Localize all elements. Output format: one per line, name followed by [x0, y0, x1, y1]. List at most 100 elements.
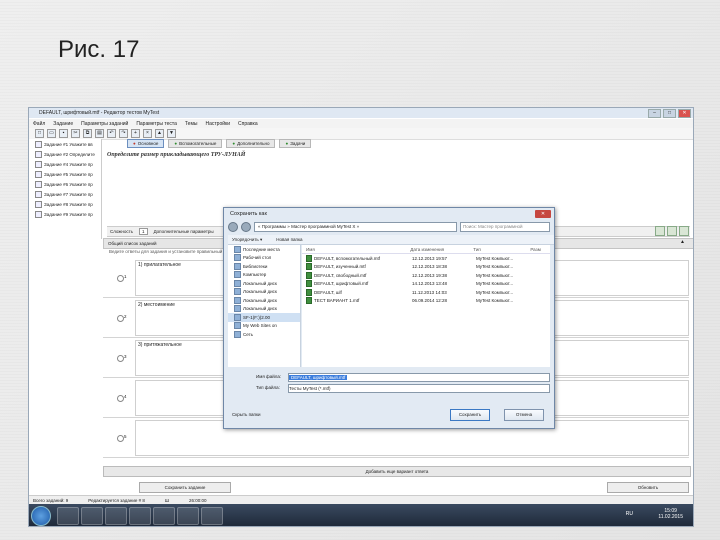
clock[interactable]: 15:09 11.02.2015: [658, 508, 683, 520]
cut-icon[interactable]: ✂: [71, 129, 80, 138]
list-item[interactable]: Задание #7 Укажите пр: [29, 189, 101, 199]
minimize-button[interactable]: –: [648, 109, 661, 118]
app-icon[interactable]: [129, 507, 151, 525]
list-item[interactable]: Задание #8 Укажите пр: [29, 199, 101, 209]
column-name[interactable]: Имя: [302, 247, 410, 252]
refresh-button[interactable]: Обновить: [607, 482, 689, 493]
nav-item[interactable]: Локальный диск: [228, 288, 300, 297]
open-folder-icon[interactable]: ▭: [47, 129, 56, 138]
dialog-title: Сохранить как: [230, 211, 267, 217]
list-item[interactable]: Задание #4 Укажите пр: [29, 159, 101, 169]
chrome-icon[interactable]: [105, 507, 127, 525]
nav-item[interactable]: Рабочий стол: [228, 254, 300, 263]
close-window-button[interactable]: ✕: [678, 109, 691, 118]
mytest-icon[interactable]: [201, 507, 223, 525]
redo-icon[interactable]: ↷: [119, 129, 128, 138]
file-row[interactable]: DEFAULT, шрифтовый.mtf 14.12.2013 13:48 My…: [302, 280, 550, 289]
nav-item[interactable]: Локальный диск: [228, 279, 300, 288]
menu-themes[interactable]: Темы: [185, 121, 198, 127]
new-file-icon[interactable]: □: [35, 129, 44, 138]
menu-task-params[interactable]: Параметры заданий: [81, 121, 128, 127]
app-icon[interactable]: [153, 507, 175, 525]
answer-radio[interactable]: [117, 395, 124, 402]
nav-item[interactable]: Компьютер: [228, 271, 300, 280]
nav-item[interactable]: Сеть: [228, 330, 300, 339]
file-row[interactable]: DEFAULT, вспомогательный.mtf 12.12.2013 1…: [302, 254, 550, 263]
file-row[interactable]: DEFAULT, изученный.mtf 12.12.2013 18:38 My…: [302, 263, 550, 272]
hide-folders-toggle[interactable]: Скрыть папки: [232, 412, 260, 417]
tab-main[interactable]: ● Основное: [127, 139, 165, 148]
menu-task[interactable]: Задание: [53, 121, 73, 127]
difficulty-input[interactable]: 1: [139, 228, 148, 235]
paste-icon[interactable]: ▤: [95, 129, 104, 138]
column-type[interactable]: Тип: [473, 247, 530, 252]
up-icon[interactable]: ▲: [155, 129, 164, 138]
copy-icon[interactable]: ⧉: [83, 129, 92, 138]
drive-icon: [234, 279, 241, 287]
slide-title: Рис. 17: [58, 36, 140, 63]
save-icon[interactable]: ▪: [59, 129, 68, 138]
navigation-pane: Последние места Рабочий стол Библиотеки …: [228, 245, 301, 367]
menu-help[interactable]: Справка: [238, 121, 258, 127]
language-indicator[interactable]: RU: [626, 511, 633, 517]
answer-radio[interactable]: [117, 435, 124, 442]
tab-dot-icon: ●: [285, 141, 289, 146]
note-icon[interactable]: [679, 226, 689, 236]
window-title: DEFAULT, шрифтовый.mtf - Редактор тестов…: [39, 110, 160, 116]
maximize-button[interactable]: □: [663, 109, 676, 118]
save-task-button[interactable]: Сохранить задание: [139, 482, 231, 493]
list-item[interactable]: Задание #6 Укажите пр: [29, 179, 101, 189]
tab-additional[interactable]: ● Дополнительно: [226, 139, 276, 148]
forward-icon[interactable]: [241, 222, 251, 232]
menu-settings[interactable]: Настройки: [205, 121, 230, 127]
library-icon: [234, 262, 241, 270]
nav-item[interactable]: My Web Sites on: [228, 322, 300, 331]
column-date[interactable]: Дата изменения: [410, 247, 473, 252]
cancel-button[interactable]: Отмена: [504, 409, 544, 421]
filetype-select[interactable]: Тесты MyTest (*.mtf): [288, 384, 550, 393]
file-row[interactable]: DEFAULT, свободный.mtf 12.12.2013 19:38 My…: [302, 271, 550, 280]
column-size[interactable]: Разм: [530, 247, 550, 252]
powerpoint-icon[interactable]: [177, 507, 199, 525]
folder-icon: [234, 245, 241, 253]
file-row[interactable]: ТЕСТ ВАРИАНТ 1.mtf 06.09.2014 12:28 MyTest…: [302, 297, 550, 306]
nav-item[interactable]: Локальный диск: [228, 305, 300, 314]
delete-icon[interactable]: ×: [143, 129, 152, 138]
start-button[interactable]: [31, 506, 51, 526]
answer-radio[interactable]: [117, 355, 124, 362]
sound-icon[interactable]: [667, 226, 677, 236]
organize-button[interactable]: Упорядочить ▾: [232, 237, 262, 243]
ie-icon[interactable]: [57, 507, 79, 525]
file-row[interactable]: DEFAULT, шlf 11.12.2013 14:03 MyTest Компь…: [302, 288, 550, 297]
nav-item[interactable]: Библиотеки: [228, 262, 300, 271]
filename-input[interactable]: DEFAULT, шрифтовый.mtf: [288, 373, 550, 382]
menu-file[interactable]: Файл: [33, 121, 45, 127]
address-bar[interactable]: « Программы » Мастер программной MyTest …: [254, 222, 457, 232]
answer-radio[interactable]: [117, 275, 124, 282]
answer-radio[interactable]: [117, 315, 124, 322]
list-item[interactable]: Задание #9 Укажите пр: [29, 209, 101, 219]
down-icon[interactable]: ▼: [167, 129, 176, 138]
add-icon[interactable]: +: [131, 129, 140, 138]
back-icon[interactable]: [228, 222, 238, 232]
save-button[interactable]: Сохранить: [450, 409, 490, 421]
window-controls: – □ ✕: [648, 109, 691, 118]
firefox-icon[interactable]: [81, 507, 103, 525]
collapse-icon[interactable]: ▲: [680, 238, 685, 247]
list-item[interactable]: Задание #2 Определите: [29, 149, 101, 159]
nav-item[interactable]: Последние места: [228, 245, 300, 254]
tab-auxiliary[interactable]: ● Вспомогательные: [168, 139, 223, 148]
list-item[interactable]: Задание #1 Укажите вв: [29, 139, 101, 149]
tab-tasks[interactable]: ● Задачи: [279, 139, 312, 148]
list-item[interactable]: Задание #5 Укажите пр: [29, 169, 101, 179]
save-as-dialog: Сохранить как ✕ « Программы » Мастер про…: [223, 207, 555, 429]
search-input[interactable]: Поиск: Мастер программной: [460, 222, 550, 232]
close-icon[interactable]: ✕: [535, 210, 551, 218]
nav-item[interactable]: Локальный диск: [228, 296, 300, 305]
undo-icon[interactable]: ↶: [107, 129, 116, 138]
nav-item[interactable]: SF-1(F:)(2.00: [228, 313, 300, 322]
add-answer-button[interactable]: Добавить еще вариант ответа: [103, 466, 691, 477]
menu-test-params[interactable]: Параметры теста: [136, 121, 177, 127]
new-folder-button[interactable]: Новая папка: [276, 237, 302, 242]
image-icon[interactable]: [655, 226, 665, 236]
